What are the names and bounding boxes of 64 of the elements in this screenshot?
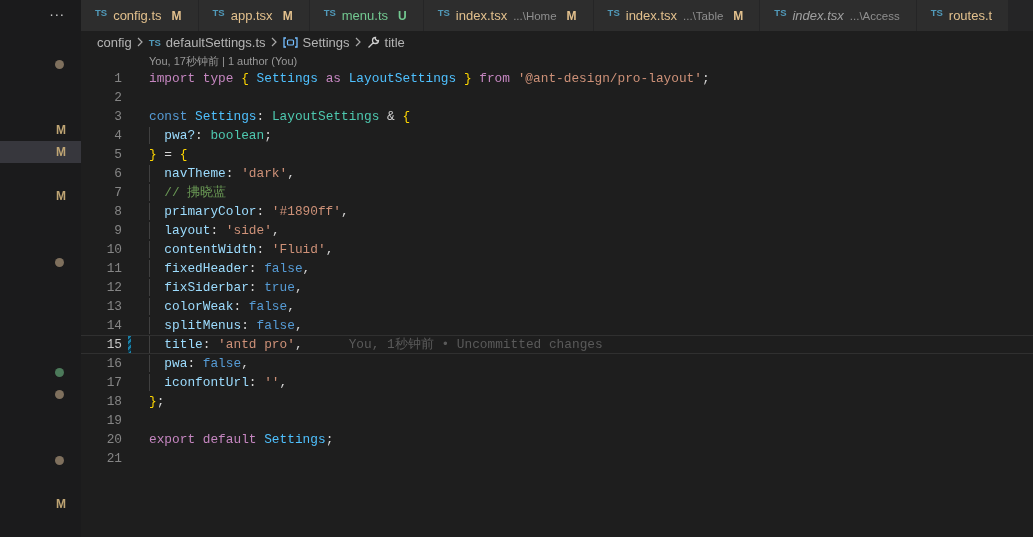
editor-tab[interactable]: TS config.ts M	[81, 0, 199, 31]
code-line: fixSiderbar: true,	[164, 279, 303, 296]
chevron-right-icon	[136, 37, 144, 47]
code-line: layout: 'side',	[164, 222, 280, 239]
breadcrumb-item[interactable]: defaultSettings.ts	[165, 34, 266, 50]
chevron-right-icon	[270, 37, 278, 47]
code-line: primaryColor: '#1890ff',	[164, 203, 349, 220]
typescript-icon: TS	[148, 36, 161, 48]
line-number: 19	[105, 413, 122, 428]
editor-tab[interactable]: TS index.tsx ...\Access	[760, 0, 917, 31]
breadcrumb-item[interactable]: config	[97, 34, 132, 50]
code-line: pwa?: boolean;	[164, 127, 272, 144]
code-line: fixedHeader: false,	[164, 260, 311, 277]
wrench-icon	[366, 35, 380, 49]
line-number: 4	[113, 128, 122, 143]
more-button[interactable]: ···	[0, 0, 81, 31]
line-number: 16	[105, 356, 122, 371]
git-status-label: M	[56, 145, 66, 159]
editor-tab[interactable]: TS app.tsx M	[198, 0, 310, 31]
breadcrumb-item[interactable]: Settings	[302, 34, 350, 50]
code-line: const Settings: LayoutSettings & {	[149, 108, 411, 125]
chevron-right-icon	[354, 37, 362, 47]
blame-annotation: You, 1秒钟前 • Uncommitted changes	[348, 336, 603, 353]
code-line: pwa: false,	[164, 355, 249, 372]
git-status-label: M	[56, 497, 66, 511]
editor-tab[interactable]: TS index.tsx ...\Table M	[593, 0, 761, 31]
editor-tab[interactable]: TS routes.t	[916, 0, 1010, 31]
line-number: 12	[105, 280, 122, 295]
editor-tab[interactable]: TS index.tsx ...\Home M	[423, 0, 594, 31]
line-number: 13	[105, 299, 122, 314]
code-line: import type { Settings as LayoutSettings } from '@ant-design/pro-layout';	[149, 70, 710, 87]
line-number: 2	[113, 90, 122, 105]
line-number: 3	[113, 109, 122, 124]
line-number: 7	[113, 185, 122, 200]
code-line: export default Settings;	[149, 431, 334, 448]
code-line: colorWeak: false,	[164, 298, 295, 315]
code-line: // 拂晓蓝	[164, 184, 227, 201]
git-status-label: M	[56, 123, 66, 137]
code-line: } = {	[149, 146, 188, 163]
line-number: 17	[105, 375, 122, 390]
line-number: 6	[113, 166, 122, 181]
line-number: 21	[105, 451, 122, 466]
editor-tab[interactable]: TS menu.ts U	[309, 0, 424, 31]
codelens-text[interactable]: You, 17秒钟前 | 1 author (You)	[149, 53, 298, 69]
code-line: };	[149, 393, 165, 410]
line-number: 5	[113, 147, 122, 162]
code-line: contentWidth: 'Fluid',	[164, 241, 334, 258]
line-number: 11	[105, 261, 122, 276]
line-number: 1	[113, 71, 122, 86]
variable-icon	[282, 36, 298, 48]
line-number: 18	[105, 394, 122, 409]
code-line: title: 'antd pro',	[164, 336, 303, 353]
breadcrumb-item[interactable]: title	[384, 34, 405, 50]
code-line: navTheme: 'dark',	[164, 165, 295, 182]
line-number: 20	[105, 432, 122, 447]
code-line: splitMenus: false,	[164, 317, 303, 334]
line-number: 9	[113, 223, 122, 238]
line-number: 14	[105, 318, 122, 333]
line-number: 10	[105, 242, 122, 257]
line-number: 8	[113, 204, 122, 219]
line-number: 15	[105, 337, 122, 352]
git-status-label: M	[56, 189, 66, 203]
code-line: iconfontUrl: '',	[164, 374, 288, 391]
selected-row[interactable]: M	[0, 141, 81, 163]
